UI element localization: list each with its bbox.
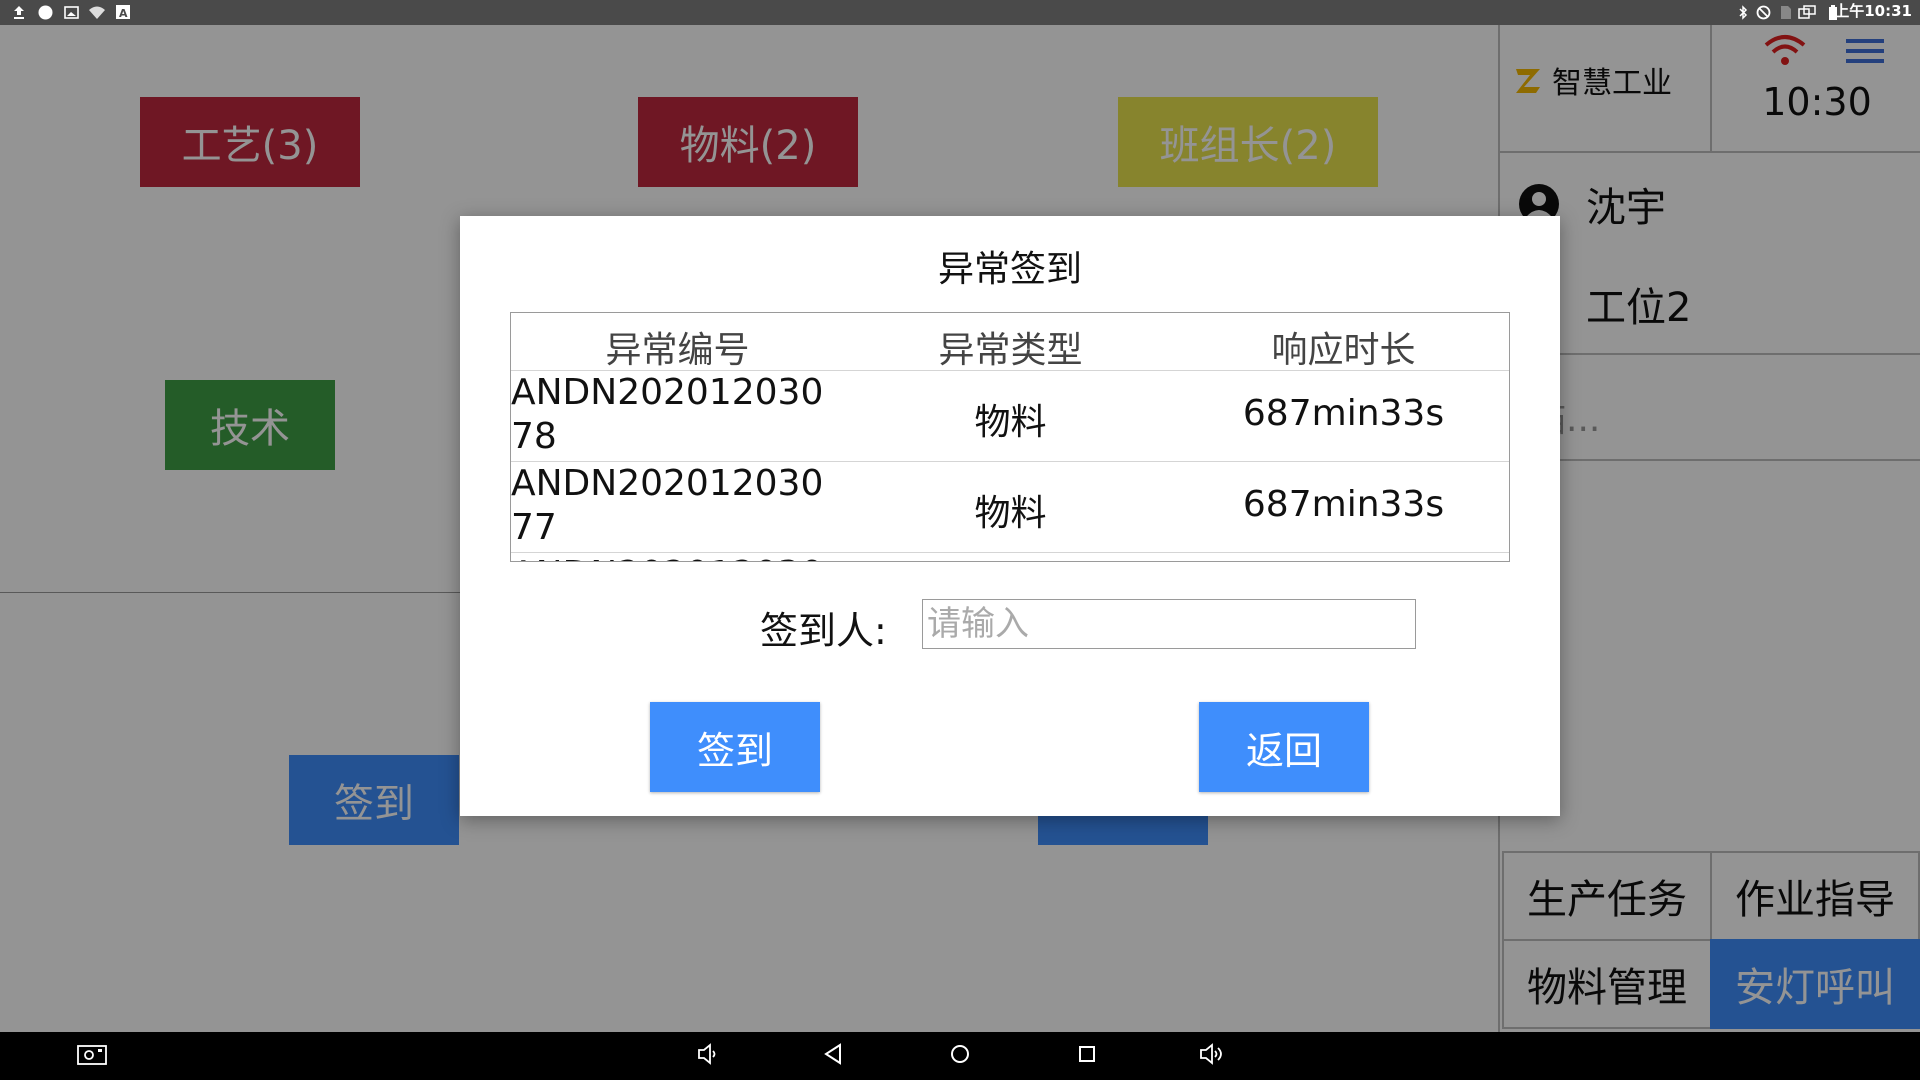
column-header-duration: 响应时长	[1271, 330, 1416, 371]
dialog-title: 异常签到	[937, 249, 1082, 290]
cell-anomaly-type: 物料	[974, 402, 1047, 443]
confirm-checkin-button[interactable]: 签到	[650, 702, 820, 792]
volume-up-icon[interactable]	[1198, 1042, 1226, 1074]
column-header-id: 异常编号	[605, 330, 750, 371]
status-bar: A 上午10:31	[0, 0, 1920, 25]
block-icon	[1756, 5, 1771, 20]
cell-anomaly-type: 物料	[974, 493, 1047, 534]
signer-input[interactable]	[922, 599, 1416, 649]
back-button[interactable]: 返回	[1199, 702, 1369, 792]
upload-icon	[12, 5, 26, 20]
wifi-question-icon	[88, 5, 106, 20]
cell-response-duration: 687min33s	[1242, 393, 1445, 434]
cell-anomaly-id: ANDN20201203077	[511, 463, 824, 548]
anomaly-checkin-dialog: 异常签到 异常编号 异常类型 响应时长 ANDN20201203078 物料 6…	[460, 216, 1560, 816]
screens-icon	[1798, 5, 1816, 20]
anomaly-table: 异常编号 异常类型 响应时长 ANDN20201203078 物料 687min…	[510, 312, 1510, 562]
sim-icon	[1780, 5, 1792, 20]
back-icon[interactable]	[822, 1042, 844, 1074]
column-header-type: 异常类型	[938, 330, 1083, 371]
recents-icon[interactable]	[1076, 1042, 1098, 1074]
volume-down-icon[interactable]	[696, 1042, 720, 1074]
table-row[interactable]: ANDN20201203077 物料 687min33s	[511, 462, 1509, 552]
bluetooth-icon	[1738, 5, 1748, 20]
circle-icon	[38, 5, 53, 20]
table-row[interactable]: ANDN20201203078 物料 687min33s	[511, 371, 1509, 461]
a-box-icon: A	[116, 5, 130, 20]
screenshot-icon[interactable]	[76, 1042, 108, 1074]
signer-label: 签到人:	[760, 609, 887, 653]
status-time: 上午10:31	[1834, 2, 1912, 20]
svg-text:A: A	[119, 7, 128, 19]
cell-anomaly-id-partial: ANDN2020120307	[511, 553, 841, 561]
home-icon[interactable]	[948, 1042, 972, 1074]
cell-anomaly-id: ANDN20201203078	[511, 372, 824, 457]
image-icon	[64, 5, 79, 20]
nav-bar	[0, 1032, 1920, 1080]
cell-response-duration: 687min33s	[1242, 484, 1445, 525]
